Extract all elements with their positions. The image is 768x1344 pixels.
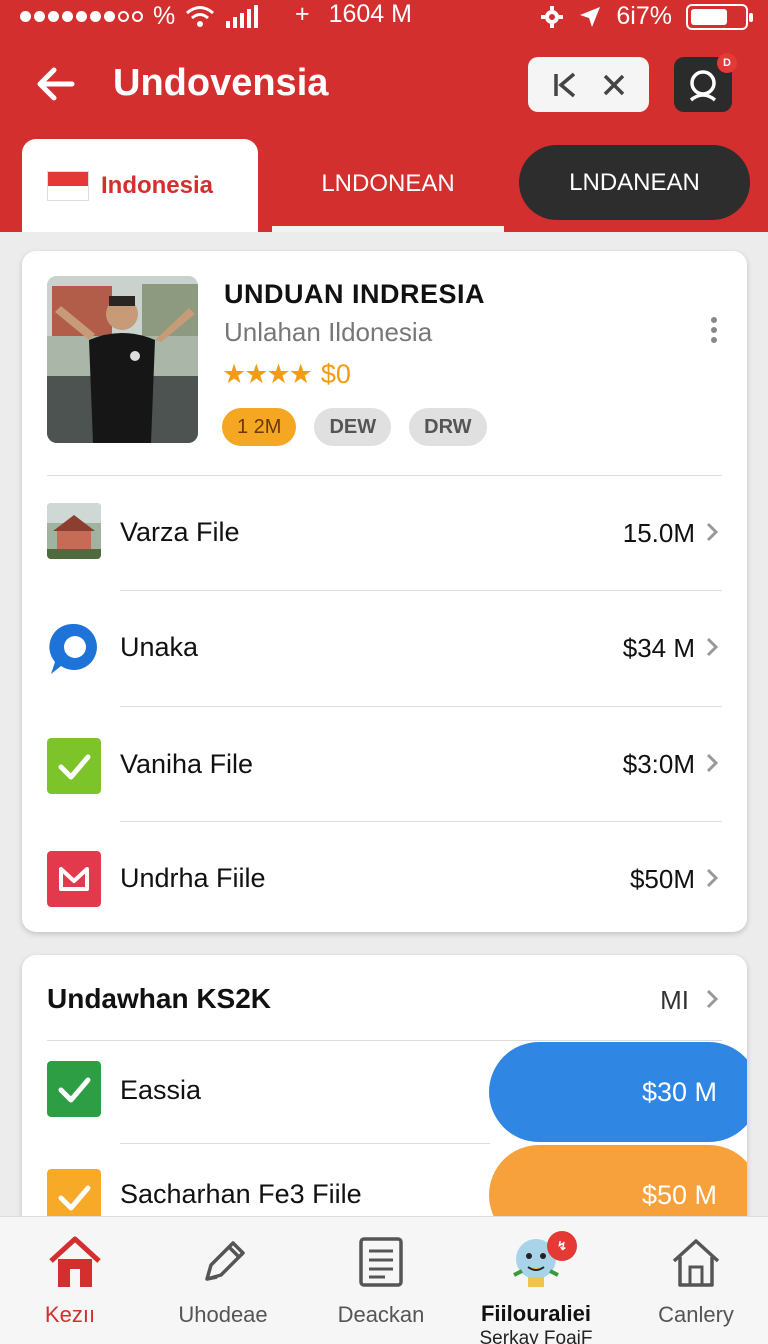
tab-underline xyxy=(272,226,504,232)
file-row[interactable]: Unaka $34 M xyxy=(22,590,747,705)
price-button-blue[interactable]: $30 M xyxy=(489,1042,747,1142)
chevron-right-icon xyxy=(706,522,719,542)
nav-home[interactable]: Kezıı xyxy=(0,1217,150,1344)
back-arrow-icon[interactable] xyxy=(32,60,80,108)
battery-percent: 6i7% xyxy=(616,2,672,30)
file-row[interactable]: Undrha Fiile $50M xyxy=(22,821,747,936)
product-subtitle: Unlahan Ildonesia xyxy=(224,317,433,347)
page-title: Undovensia xyxy=(113,62,329,104)
document-icon xyxy=(359,1237,403,1287)
file-value: 15.0M xyxy=(622,518,695,548)
tab-lndanean[interactable]: LNDANEAN xyxy=(519,145,750,220)
status-time: 1604 M xyxy=(328,0,412,28)
badge-dew[interactable]: DEW xyxy=(314,408,392,446)
product-photo[interactable] xyxy=(47,276,198,443)
time-prefix: + xyxy=(295,0,310,28)
nav-label: Canlery xyxy=(658,1302,734,1327)
nav-label: Uhodeae xyxy=(178,1302,268,1327)
file-row[interactable]: Varza File 15.0M xyxy=(22,475,747,590)
file-value: $34 M xyxy=(622,633,695,663)
notification-badge: D xyxy=(717,53,737,73)
chat-bubble-icon xyxy=(49,623,97,674)
item-label: Eassia xyxy=(120,1075,202,1105)
profile-button[interactable]: D xyxy=(674,53,737,112)
nav-edit[interactable]: Uhodeae xyxy=(148,1217,298,1344)
tab-label: LNDONEAN xyxy=(321,170,455,197)
battery-icon xyxy=(686,3,753,30)
user-icon xyxy=(689,69,717,101)
badge-size[interactable]: 1 2M xyxy=(222,408,297,446)
pen-icon xyxy=(205,1241,245,1281)
item-label: Sacharhan Fe3 Fiile xyxy=(120,1179,362,1209)
file-value: $3:0M xyxy=(622,749,695,779)
section-title: Undawhan KS2K xyxy=(47,983,272,1014)
checkbox-green-icon xyxy=(47,738,101,794)
skip-back-icon[interactable] xyxy=(550,70,580,100)
product-card: UNDUAN INDRESIA Unlahan Ildonesia ★★★★ $… xyxy=(22,251,747,932)
signal-text: % xyxy=(153,2,176,30)
badge-drw[interactable]: DRW xyxy=(409,408,487,446)
house-thumbnail-icon xyxy=(47,503,101,559)
tab-label: LNDANEAN xyxy=(569,168,700,196)
badge-group: 1 2M DEW DRW xyxy=(222,408,487,446)
home-icon xyxy=(49,1236,101,1287)
checkbox-green-icon xyxy=(47,1061,101,1117)
nav-sublabel: Serkay FoaiF xyxy=(479,1328,593,1344)
nav-notification-badge: ↯ xyxy=(547,1231,577,1261)
rating-row: ★★★★ $0 xyxy=(222,359,351,390)
indonesia-flag-icon xyxy=(47,170,89,201)
location-arrow-icon xyxy=(580,6,601,27)
section-more-link[interactable]: MI xyxy=(660,985,689,1016)
more-options-icon[interactable] xyxy=(710,317,718,345)
app-header: % + 1604 M 6i7% Undovensia D Indonesia L… xyxy=(0,0,768,232)
file-label: Varza File xyxy=(120,517,240,547)
cell-signal-icon xyxy=(226,4,259,28)
file-row[interactable]: Vaniha File $3:0M xyxy=(22,706,747,821)
file-label: Unaka xyxy=(120,632,199,662)
tab-indonesia[interactable]: Indonesia xyxy=(22,139,258,232)
nav-mascot[interactable]: ↯ Fiilouraliei Serkay FoaiF xyxy=(461,1217,611,1344)
mail-icon xyxy=(47,851,101,907)
product-title: UNDUAN INDRESIA xyxy=(224,279,486,309)
bottom-navigation: Kezıı Uhodeae Deackan ↯ Fiilouraliei Ser… xyxy=(0,1216,768,1344)
wifi-icon xyxy=(186,5,215,27)
section-card: Undawhan KS2K MI Eassia $30 M Sacharhan … xyxy=(22,955,747,1255)
status-bar: % + 1604 M 6i7% xyxy=(0,0,768,34)
nav-label: Kezıı xyxy=(44,1302,96,1327)
file-label: Undrha Fiile xyxy=(120,863,266,893)
nav-documents[interactable]: Deackan xyxy=(306,1217,456,1344)
close-icon[interactable] xyxy=(601,72,627,98)
signal-dots-icon xyxy=(20,11,143,22)
chevron-right-icon xyxy=(706,868,719,888)
file-label: Vaniha File xyxy=(120,749,254,779)
chevron-right-icon[interactable] xyxy=(705,989,719,1009)
tab-label: Indonesia xyxy=(101,171,214,199)
settings-gear-icon xyxy=(541,5,564,28)
rating-stars-icon: ★★★★ xyxy=(222,359,313,389)
nav-label: Deackan xyxy=(337,1302,425,1327)
file-value: $50M xyxy=(629,864,695,894)
chevron-right-icon xyxy=(706,753,719,773)
media-control-pill xyxy=(528,57,649,112)
nav-label: Fiilouraliei xyxy=(480,1301,592,1326)
tab-lndonean[interactable]: LNDONEAN xyxy=(272,144,504,224)
product-price: $0 xyxy=(320,359,351,389)
nav-gallery[interactable]: Canlery xyxy=(621,1217,768,1344)
house-outline-icon xyxy=(672,1239,720,1287)
chevron-right-icon xyxy=(706,637,719,657)
